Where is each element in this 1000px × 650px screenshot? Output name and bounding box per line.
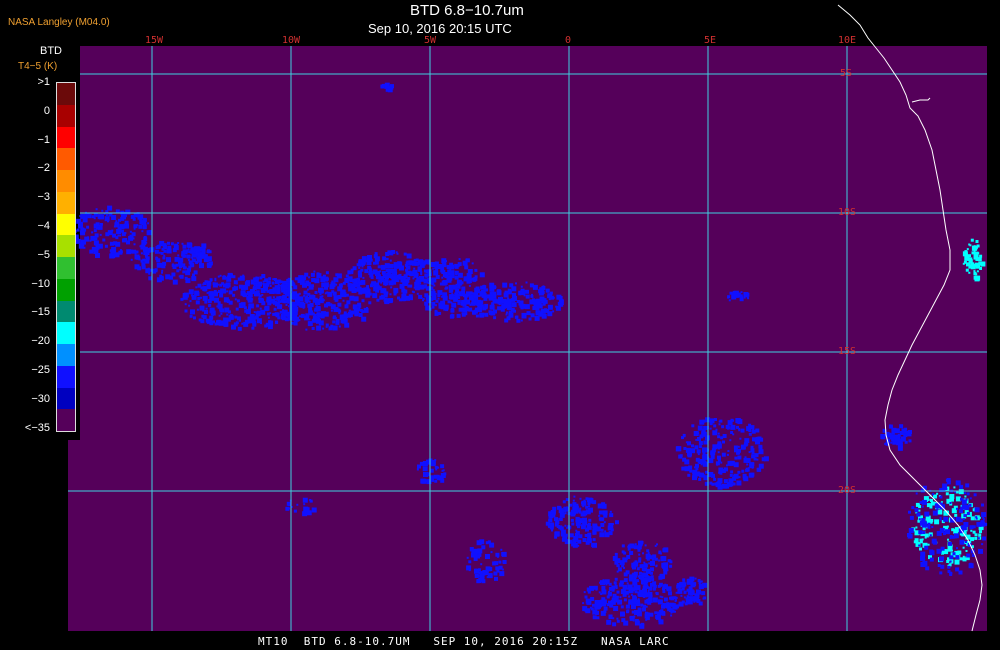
map-title: BTD 6.8−10.7um <box>410 2 524 19</box>
colorbar-segment <box>57 278 75 301</box>
map-field-lower <box>68 440 987 631</box>
colorbar-tick-label: 0 <box>43 104 50 117</box>
colorbar-segment <box>57 235 75 257</box>
colorbar-segment <box>57 148 75 170</box>
lat-label-10s: 10S <box>838 207 857 218</box>
colorbar-segment <box>57 365 75 388</box>
colorbar-tick-label: −4 <box>37 220 50 232</box>
map-timestamp: Sep 10, 2016 20:15 UTC <box>368 21 512 36</box>
colorbar-segment <box>57 344 75 366</box>
colorbar-segment <box>57 322 75 344</box>
colorbar-segment <box>57 83 75 105</box>
lon-label-0: 0 <box>565 35 572 46</box>
colorbar-tick-label: −30 <box>31 392 50 405</box>
legend-title: BTD <box>40 45 62 57</box>
footer-caption: MT10 BTD 6.8-10.7UM SEP 10, 2016 20:15Z … <box>258 635 670 648</box>
colorbar-segment <box>57 170 75 192</box>
lat-label-20s: 20S <box>838 485 857 496</box>
legend-units: T4−5 (K) <box>18 61 58 72</box>
colorbar <box>56 82 76 432</box>
colorbar-segment <box>57 191 75 214</box>
colorbar-segment <box>57 213 75 236</box>
colorbar-tick-label: −2 <box>37 162 50 175</box>
colorbar-segment <box>57 104 75 127</box>
colorbar-tick-label: −15 <box>31 306 50 319</box>
lon-label-10w: 10W <box>282 35 301 46</box>
colorbar-tick-label: −5 <box>37 248 50 261</box>
lon-label-15w: 15W <box>145 35 164 46</box>
colorbar-tick-label: <−35 <box>24 421 50 434</box>
lon-label-5w: 5W <box>424 35 437 46</box>
lat-label-5s: 5S <box>840 68 853 79</box>
colorbar-tick-label: −1 <box>37 133 50 146</box>
org-label: NASA Langley (M04.0) <box>8 17 110 28</box>
colorbar-tick-label: −25 <box>31 364 50 376</box>
satellite-map <box>68 4 988 632</box>
lat-label-15s: 15S <box>838 346 857 357</box>
colorbar-tick-label: −3 <box>37 191 50 204</box>
lon-label-5e: 5E <box>704 35 717 46</box>
lon-label-10e: 10E <box>838 35 857 46</box>
colorbar-tick-label: −20 <box>31 335 50 348</box>
colorbar-segment <box>57 409 75 431</box>
colorbar-segment <box>57 387 75 410</box>
colorbar-segment <box>57 257 75 279</box>
colorbar-segment <box>57 300 75 323</box>
colorbar-segment <box>57 126 75 149</box>
colorbar-tick-label: −10 <box>31 277 50 290</box>
colorbar-tick-label: >1 <box>37 76 50 88</box>
